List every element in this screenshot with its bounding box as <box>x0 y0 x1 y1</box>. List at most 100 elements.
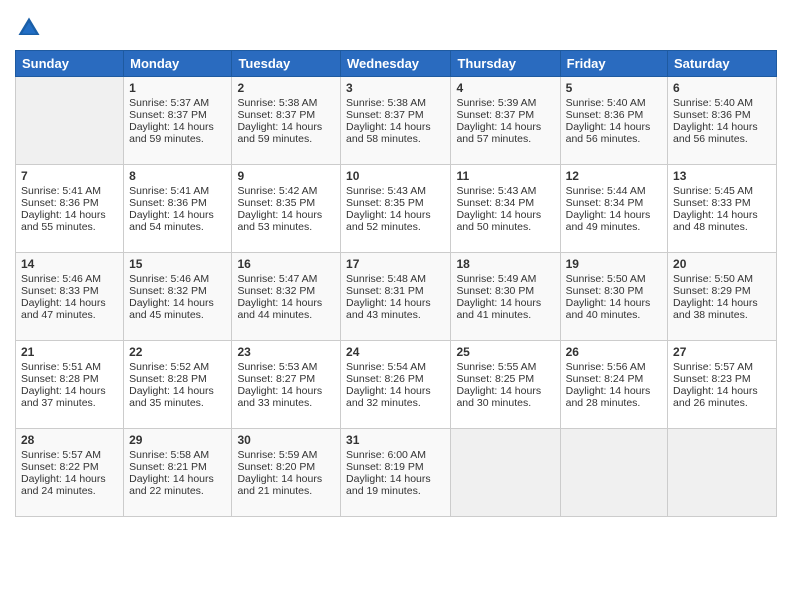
sunset-text: Sunset: 8:29 PM <box>673 285 771 297</box>
sunset-text: Sunset: 8:21 PM <box>129 461 226 473</box>
sunset-text: Sunset: 8:26 PM <box>346 373 445 385</box>
sunset-text: Sunset: 8:30 PM <box>456 285 554 297</box>
daylight-text: Daylight: 14 hours and 52 minutes. <box>346 209 445 233</box>
sunset-text: Sunset: 8:34 PM <box>566 197 662 209</box>
calendar-cell: 11Sunrise: 5:43 AMSunset: 8:34 PMDayligh… <box>451 165 560 253</box>
calendar-header-saturday: Saturday <box>668 51 777 77</box>
calendar-cell: 17Sunrise: 5:48 AMSunset: 8:31 PMDayligh… <box>341 253 451 341</box>
sunset-text: Sunset: 8:35 PM <box>346 197 445 209</box>
daylight-text: Daylight: 14 hours and 37 minutes. <box>21 385 118 409</box>
calendar-cell: 25Sunrise: 5:55 AMSunset: 8:25 PMDayligh… <box>451 341 560 429</box>
daylight-text: Daylight: 14 hours and 44 minutes. <box>237 297 335 321</box>
sunrise-text: Sunrise: 5:55 AM <box>456 361 554 373</box>
sunrise-text: Sunrise: 5:59 AM <box>237 449 335 461</box>
day-number: 24 <box>346 345 445 359</box>
calendar-header-tuesday: Tuesday <box>232 51 341 77</box>
calendar-cell: 22Sunrise: 5:52 AMSunset: 8:28 PMDayligh… <box>124 341 232 429</box>
day-number: 30 <box>237 433 335 447</box>
sunrise-text: Sunrise: 5:44 AM <box>566 185 662 197</box>
sunset-text: Sunset: 8:31 PM <box>346 285 445 297</box>
day-number: 22 <box>129 345 226 359</box>
calendar-cell: 18Sunrise: 5:49 AMSunset: 8:30 PMDayligh… <box>451 253 560 341</box>
day-number: 31 <box>346 433 445 447</box>
sunset-text: Sunset: 8:36 PM <box>21 197 118 209</box>
calendar-header-row: SundayMondayTuesdayWednesdayThursdayFrid… <box>16 51 777 77</box>
calendar-cell: 13Sunrise: 5:45 AMSunset: 8:33 PMDayligh… <box>668 165 777 253</box>
sunset-text: Sunset: 8:20 PM <box>237 461 335 473</box>
calendar-cell: 10 Sunrise: 5:43 AMSunset: 8:35 PMDayligh… <box>341 165 451 253</box>
calendar-cell: 29Sunrise: 5:58 AMSunset: 8:21 PMDayligh… <box>124 429 232 517</box>
sunrise-text: Sunrise: 5:39 AM <box>456 97 554 109</box>
sunset-text: Sunset: 8:33 PM <box>21 285 118 297</box>
sunrise-text: Sunrise: 5:42 AM <box>237 185 335 197</box>
sunrise-text: Sunrise: 5:40 AM <box>566 97 662 109</box>
calendar-cell: 9Sunrise: 5:42 AMSunset: 8:35 PMDaylight… <box>232 165 341 253</box>
calendar-cell: 5Sunrise: 5:40 AMSunset: 8:36 PMDaylight… <box>560 77 667 165</box>
calendar-week-4: 28 Sunrise: 5:57 AMSunset: 8:22 PM Dayligh… <box>16 429 777 517</box>
sunrise-text: Sunrise: 5:53 AM <box>237 361 335 373</box>
daylight-text: Daylight: 14 hours and 30 minutes. <box>456 385 554 409</box>
sunset-text: Sunset: 8:37 PM <box>129 109 226 121</box>
daylight-text: Daylight: 14 hours and 50 minutes. <box>456 209 554 233</box>
sunrise-text: Sunrise: 5:50 AM <box>566 273 662 285</box>
calendar-cell: 21Sunrise: 5:51 AMSunset: 8:28 PMDayligh… <box>16 341 124 429</box>
daylight-text: Daylight: 14 hours and 40 minutes. <box>566 297 662 321</box>
calendar-table: SundayMondayTuesdayWednesdayThursdayFrid… <box>15 50 777 517</box>
day-number: 20 <box>673 257 771 271</box>
daylight-text: Daylight: 14 hours and 47 minutes. <box>21 297 118 321</box>
sunrise-text: Sunrise: 5:58 AM <box>129 449 226 461</box>
sunrise-text: Sunrise: 5:41 AM <box>21 185 118 197</box>
day-number: 14 <box>21 257 118 271</box>
daylight-text: Daylight: 14 hours and 59 minutes. <box>237 121 335 145</box>
calendar-header-sunday: Sunday <box>16 51 124 77</box>
daylight-text: Daylight: 14 hours and 54 minutes. <box>129 209 226 233</box>
calendar-cell <box>16 77 124 165</box>
day-number: 29 <box>129 433 226 447</box>
sunrise-text: Sunrise: 5:52 AM <box>129 361 226 373</box>
calendar-cell: 24Sunrise: 5:54 AMSunset: 8:26 PMDayligh… <box>341 341 451 429</box>
sunrise-text: Sunrise: 5:56 AM <box>566 361 662 373</box>
daylight-text: Daylight: 14 hours and 33 minutes. <box>237 385 335 409</box>
day-number: 10 <box>346 169 445 183</box>
day-number: 18 <box>456 257 554 271</box>
calendar-header-thursday: Thursday <box>451 51 560 77</box>
calendar-cell: 27Sunrise: 5:57 AMSunset: 8:23 PMDayligh… <box>668 341 777 429</box>
calendar-cell: 28Sunrise: 5:57 AMSunset: 8:22 PMDayligh… <box>16 429 124 517</box>
calendar-cell: 14Sunrise: 5:46 AMSunset: 8:33 PMDayligh… <box>16 253 124 341</box>
calendar-cell: 30 Sunrise: 5:59 AMSunset: 8:20 PMDayligh… <box>232 429 341 517</box>
sunrise-text: Sunrise: 5:41 AM <box>129 185 226 197</box>
sunset-text: Sunset: 8:22 PM <box>21 461 118 473</box>
daylight-text: Daylight: 14 hours and 35 minutes. <box>129 385 226 409</box>
daylight-text: Daylight: 14 hours and 45 minutes. <box>129 297 226 321</box>
sunset-text: Sunset: 8:37 PM <box>237 109 335 121</box>
sunrise-text: Sunrise: 5:54 AM <box>346 361 445 373</box>
calendar-cell: 31 Sunrise: 6:00 AMSunset: 8:19 PMDayligh… <box>341 429 451 517</box>
logo <box>15 14 47 42</box>
day-number: 28 <box>21 433 118 447</box>
sunset-text: Sunset: 8:19 PM <box>346 461 445 473</box>
sunrise-text: Sunrise: 5:45 AM <box>673 185 771 197</box>
calendar-cell: 16Sunrise: 5:47 AMSunset: 8:32 PMDayligh… <box>232 253 341 341</box>
day-number: 21 <box>21 345 118 359</box>
calendar-cell: 3Sunrise: 5:38 AMSunset: 8:37 PMDaylight… <box>341 77 451 165</box>
sunrise-text: Sunrise: 5:57 AM <box>21 449 118 461</box>
calendar-cell: 23 Sunrise: 5:53 AMSunset: 8:27 PMDayligh… <box>232 341 341 429</box>
sunrise-text: Sunrise: 5:57 AM <box>673 361 771 373</box>
sunset-text: Sunset: 8:37 PM <box>456 109 554 121</box>
daylight-text: Daylight: 14 hours and 41 minutes. <box>456 297 554 321</box>
day-number: 6 <box>673 81 771 95</box>
daylight-text: Daylight: 14 hours and 19 minutes. <box>346 473 445 497</box>
daylight-text: Daylight: 14 hours and 38 minutes. <box>673 297 771 321</box>
sunrise-text: Sunrise: 5:43 AM <box>456 185 554 197</box>
day-number: 23 <box>237 345 335 359</box>
sunset-text: Sunset: 8:27 PM <box>237 373 335 385</box>
daylight-text: Daylight: 14 hours and 49 minutes. <box>566 209 662 233</box>
day-number: 8 <box>129 169 226 183</box>
daylight-text: Daylight: 14 hours and 21 minutes. <box>237 473 335 497</box>
day-number: 26 <box>566 345 662 359</box>
sunset-text: Sunset: 8:36 PM <box>673 109 771 121</box>
sunrise-text: Sunrise: 5:37 AM <box>129 97 226 109</box>
calendar-cell: 1Sunrise: 5:37 AMSunset: 8:37 PMDaylight… <box>124 77 232 165</box>
sunrise-text: Sunrise: 5:43 AM <box>346 185 445 197</box>
sunrise-text: Sunrise: 6:00 AM <box>346 449 445 461</box>
